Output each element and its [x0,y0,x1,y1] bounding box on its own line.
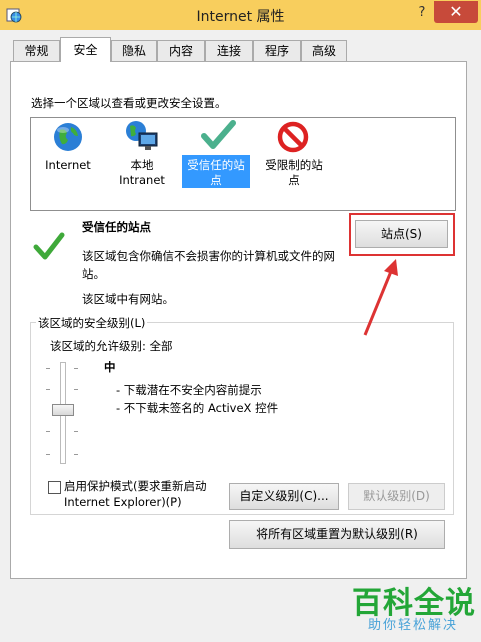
zone-intranet-label-2[interactable]: Intranet [112,173,172,187]
red-arrow-annotation [363,259,398,336]
tab-advanced[interactable]: 高级 [301,40,347,61]
globe-icon[interactable] [52,121,84,153]
local-intranet-icon[interactable] [124,119,160,153]
protected-mode-checkbox[interactable] [48,481,61,494]
slider-tick [74,389,78,390]
sites-button-highlight-box [349,213,455,256]
tab-security[interactable]: 安全 [60,37,111,62]
help-button[interactable]: ? [414,5,430,23]
zone-intranet-label-1[interactable]: 本地 [112,158,172,172]
tab-privacy[interactable]: 隐私 [111,40,157,61]
protected-mode-label-2[interactable]: Internet Explorer)(P) [64,495,182,509]
allowed-level-text: 该区域的允许级别: 全部 [50,339,173,353]
window-title: Internet 属性 [196,9,285,25]
security-level-group-label: 该区域的安全级别(L) [36,315,148,331]
zone-trusted-label-1[interactable]: 受信任的站 [182,158,250,172]
security-level-bullet-1: - 下载潜在不安全内容前提示 [116,383,262,397]
protected-mode-label-1[interactable]: 启用保护模式(要求重新启动 [64,478,207,494]
slider-tick [46,389,50,390]
zone-has-sites-text: 该区域中有网站。 [82,292,174,306]
zone-description-line2: 站。 [82,267,105,281]
slider-tick [46,431,50,432]
default-level-button[interactable]: 默认级别(D) [348,483,445,510]
zone-description-line1: 该区域包含你确信不会损害你的计算机或文件的网 [82,249,335,263]
slider-tick [74,431,78,432]
watermark-slogan: 助你轻松解决 [368,618,459,633]
no-entry-icon[interactable] [277,121,309,153]
slider-tick [74,368,78,369]
zone-title: 受信任的站点 [82,220,151,234]
custom-level-button[interactable]: 自定义级别(C)... [229,483,339,510]
reset-all-zones-button[interactable]: 将所有区域重置为默认级别(R) [229,520,445,549]
zone-trusted-label-2[interactable]: 点 [182,173,250,187]
instructions-text: 选择一个区域以查看或更改安全设置。 [31,96,227,110]
close-button[interactable]: ✕ [434,1,478,23]
security-level-name: 中 [104,360,116,374]
security-slider-thumb[interactable] [52,404,74,416]
zone-internet-label[interactable]: Internet [40,158,96,172]
security-level-bullet-2: - 不下载未签名的 ActiveX 控件 [116,401,279,415]
tab-content[interactable]: 内容 [157,40,205,61]
checkmark-icon[interactable] [200,119,236,153]
slider-tick [46,454,50,455]
tab-general[interactable]: 常规 [13,40,60,61]
trusted-checkmark-icon [33,232,65,260]
slider-tick [46,368,50,369]
slider-tick [74,454,78,455]
zone-restricted-label-2[interactable]: 点 [258,173,330,187]
tab-connections[interactable]: 连接 [205,40,253,61]
zone-restricted-label-1[interactable]: 受限制的站 [258,158,330,172]
tab-programs[interactable]: 程序 [253,40,301,61]
